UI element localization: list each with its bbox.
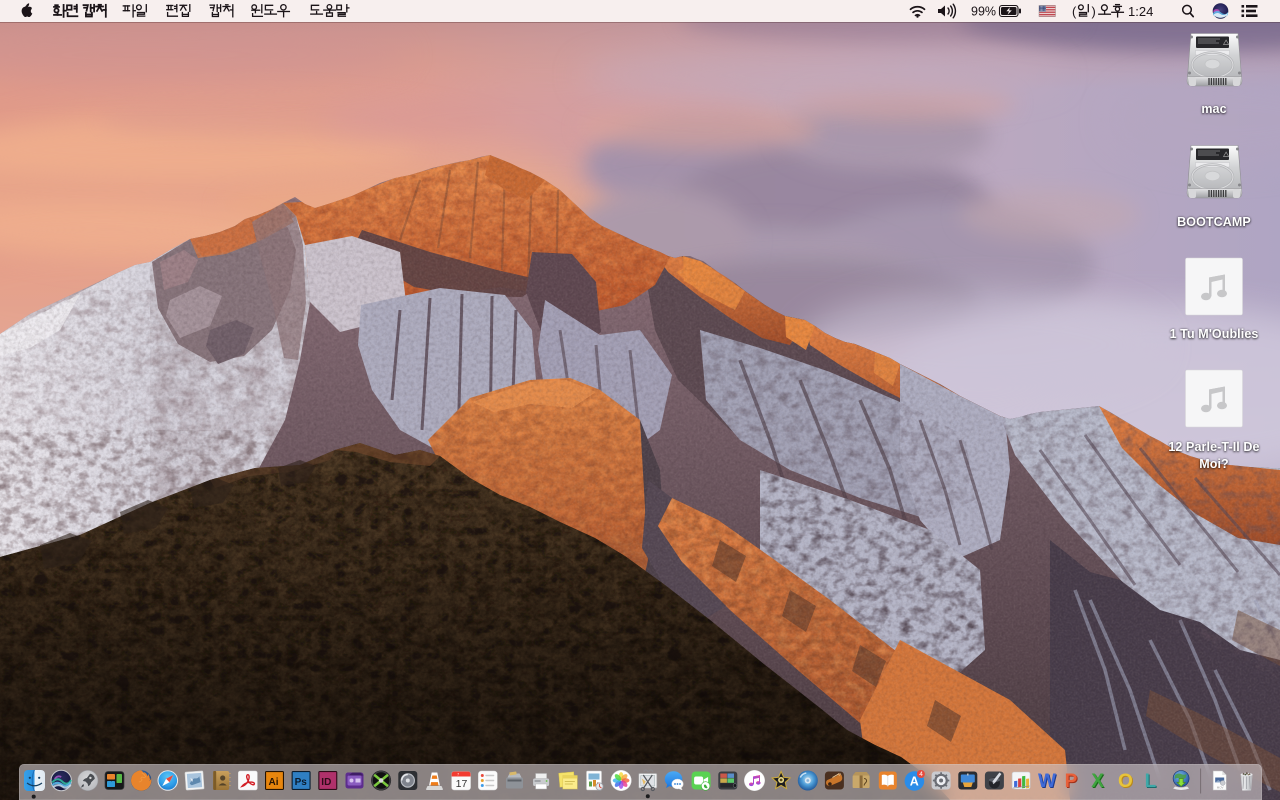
svg-text:Ai: Ai	[269, 777, 279, 788]
svg-text:W: W	[1038, 771, 1056, 792]
svg-text:X: X	[1091, 771, 1104, 792]
svg-text:A: A	[910, 775, 919, 789]
svg-text:): )	[1092, 4, 1096, 19]
svg-text:4: 4	[919, 771, 923, 778]
svg-text:MOV: MOV	[1217, 785, 1224, 789]
svg-text:P: P	[1065, 771, 1078, 792]
svg-text:ID: ID	[321, 777, 331, 788]
svg-text:1:24: 1:24	[1128, 4, 1153, 19]
svg-text:7: 7	[457, 773, 459, 777]
svg-text:99%: 99%	[971, 5, 996, 19]
svg-text:(: (	[1072, 4, 1077, 19]
svg-text:Ps: Ps	[295, 777, 308, 788]
svg-text:17: 17	[456, 778, 468, 790]
svg-text:O: O	[1118, 771, 1133, 792]
svg-text:L: L	[1145, 771, 1157, 792]
